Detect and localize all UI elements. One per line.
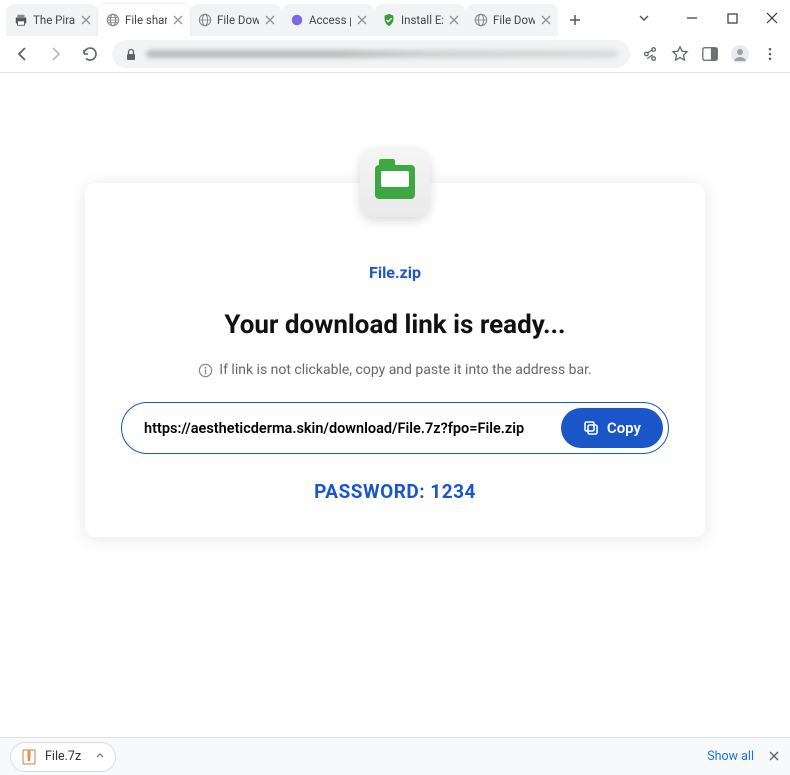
headline: Your download link is ready... <box>121 310 669 340</box>
tab-file-down-1[interactable]: File Down <box>190 4 282 36</box>
download-url[interactable]: https://aestheticderma.skin/download/Fil… <box>144 420 561 437</box>
tab-label: File Down <box>217 13 259 27</box>
close-icon[interactable] <box>540 14 552 26</box>
minimize-button[interactable] <box>678 4 706 32</box>
download-item[interactable]: File.7z <box>10 742 116 772</box>
chevron-up-icon[interactable] <box>95 749 105 764</box>
shield-icon <box>382 13 396 27</box>
hint-text: If link is not clickable, copy and paste… <box>219 362 591 378</box>
close-shelf-button[interactable] <box>768 747 780 766</box>
circle-icon <box>290 13 304 27</box>
address-bar[interactable] <box>112 40 630 68</box>
tab-file-down-2[interactable]: File Down <box>466 4 558 36</box>
tab-access-po[interactable]: Access po <box>282 4 374 36</box>
password-label: PASSWORD: 1234 <box>121 480 669 503</box>
forward-button[interactable] <box>44 42 68 66</box>
tab-label: Access po <box>309 13 351 27</box>
close-icon[interactable] <box>448 14 460 26</box>
tab-the-pirate[interactable]: The Pirate <box>6 4 98 36</box>
close-icon[interactable] <box>80 14 92 26</box>
download-shelf: File.7z Show all <box>0 737 790 775</box>
filename: File.zip <box>121 263 669 282</box>
url-row: https://aestheticderma.skin/download/Fil… <box>121 402 669 454</box>
tab-label: The Pirate <box>33 13 75 27</box>
close-icon[interactable] <box>172 14 184 26</box>
reload-button[interactable] <box>78 42 102 66</box>
archive-file-icon <box>21 749 37 765</box>
tab-label: File Down <box>493 13 535 27</box>
globe-icon <box>106 13 120 27</box>
close-icon[interactable] <box>264 14 276 26</box>
new-tab-button[interactable] <box>562 7 588 33</box>
info-icon <box>198 363 213 378</box>
tab-file-sharing[interactable]: File shari <box>98 4 190 36</box>
tab-label: File shari <box>125 13 167 27</box>
share-icon[interactable] <box>640 44 660 64</box>
profile-icon[interactable] <box>730 44 750 64</box>
tab-strip: The Pirate File shari File Down Access p… <box>0 2 588 36</box>
close-window-button[interactable] <box>758 4 786 32</box>
side-panel-icon[interactable] <box>700 44 720 64</box>
lock-icon <box>124 47 138 61</box>
close-icon[interactable] <box>356 14 368 26</box>
tab-search-button[interactable] <box>630 4 658 32</box>
copy-label: Copy <box>607 419 641 437</box>
show-all-downloads[interactable]: Show all <box>707 749 754 764</box>
globe-icon <box>198 13 212 27</box>
globe-icon <box>474 13 488 27</box>
back-button[interactable] <box>10 42 34 66</box>
star-icon[interactable] <box>670 44 690 64</box>
printer-icon <box>14 13 28 27</box>
copy-button[interactable]: Copy <box>561 408 663 448</box>
copy-icon <box>583 420 599 436</box>
page-content: PC risk.com File.zip Your download link … <box>0 73 790 737</box>
download-card: File.zip Your download link is ready... … <box>85 183 705 537</box>
tab-label: Install Ext <box>401 13 443 27</box>
url-obscured <box>146 50 618 58</box>
titlebar: The Pirate File shari File Down Access p… <box>0 0 790 36</box>
hint: If link is not clickable, copy and paste… <box>121 362 669 378</box>
menu-icon[interactable] <box>760 44 780 64</box>
window-controls <box>630 0 786 36</box>
maximize-button[interactable] <box>718 4 746 32</box>
browser-toolbar <box>0 36 790 73</box>
tab-install-ext[interactable]: Install Ext <box>374 4 466 36</box>
archive-icon <box>360 147 430 217</box>
download-filename: File.7z <box>45 749 81 764</box>
